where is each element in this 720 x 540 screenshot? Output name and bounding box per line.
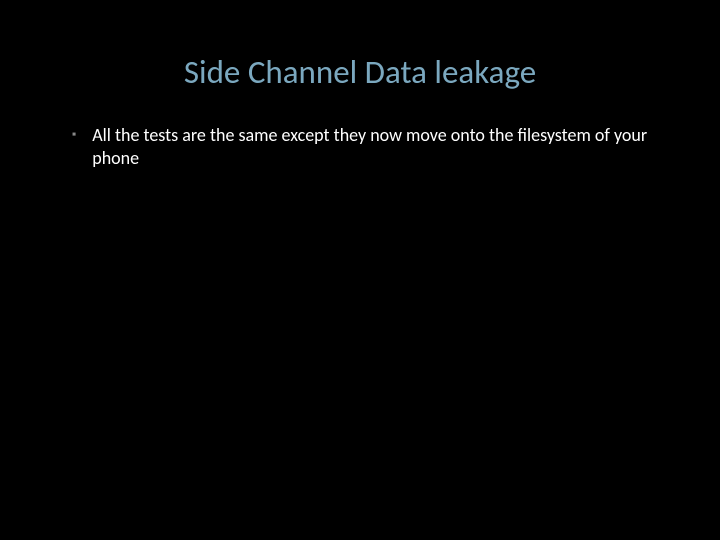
bullet-marker-icon: ▪ (72, 124, 76, 143)
slide-title: Side Channel Data leakage (0, 0, 720, 92)
slide-content: ▪ All the tests are the same except they… (0, 92, 720, 169)
bullet-item: ▪ All the tests are the same except they… (72, 124, 660, 169)
slide: Side Channel Data leakage ▪ All the test… (0, 0, 720, 540)
bullet-text: All the tests are the same except they n… (92, 124, 660, 169)
